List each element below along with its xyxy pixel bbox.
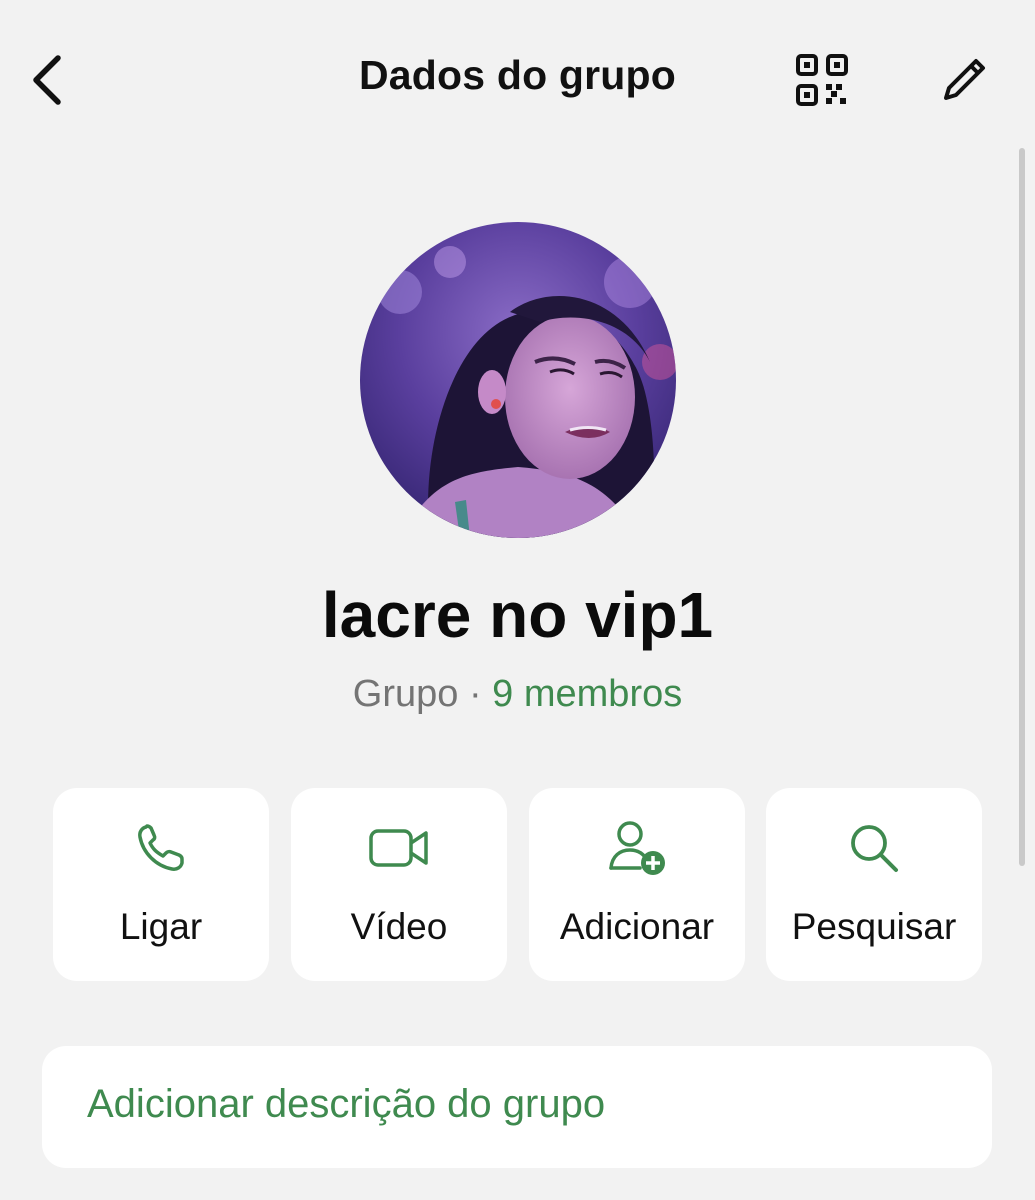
group-photo bbox=[360, 222, 676, 538]
phone-icon bbox=[138, 824, 184, 871]
call-label: Ligar bbox=[119, 906, 203, 947]
group-subtitle: Grupo · 9 membros bbox=[0, 673, 1035, 716]
video-call-button[interactable]: Vídeo bbox=[291, 788, 507, 981]
back-button[interactable] bbox=[18, 48, 74, 112]
scrollbar[interactable] bbox=[1019, 148, 1025, 866]
action-buttons-row: Ligar Vídeo Adicionar Pesquisar bbox=[53, 788, 982, 981]
page-title: Dados do grupo bbox=[358, 52, 677, 98]
search-label: Pesquisar bbox=[791, 906, 957, 947]
add-label: Adicionar bbox=[559, 906, 715, 947]
group-type-label: Grupo bbox=[352, 673, 459, 715]
qr-code-button[interactable] bbox=[790, 48, 854, 112]
video-label: Vídeo bbox=[350, 906, 448, 947]
pencil-icon bbox=[944, 59, 985, 100]
add-description-link[interactable]: Adicionar descrição do grupo bbox=[87, 1082, 605, 1127]
search-button[interactable]: Pesquisar bbox=[766, 788, 982, 981]
video-camera-icon bbox=[369, 829, 428, 867]
group-name: lacre no vip1 bbox=[321, 579, 714, 651]
qr-code-icon bbox=[796, 54, 848, 106]
top-navigation-bar: Dados do grupo bbox=[0, 0, 1035, 165]
subtitle-separator: · bbox=[458, 673, 493, 715]
call-button[interactable]: Ligar bbox=[53, 788, 269, 981]
search-icon bbox=[851, 825, 898, 872]
add-description-card[interactable]: Adicionar descrição do grupo bbox=[42, 1046, 992, 1168]
chevron-left-icon bbox=[33, 55, 61, 105]
group-avatar[interactable] bbox=[360, 222, 676, 538]
add-user-icon bbox=[609, 821, 665, 875]
edit-button[interactable] bbox=[932, 48, 996, 112]
members-count-link[interactable]: 9 membros bbox=[492, 673, 682, 715]
add-member-button[interactable]: Adicionar bbox=[529, 788, 745, 981]
